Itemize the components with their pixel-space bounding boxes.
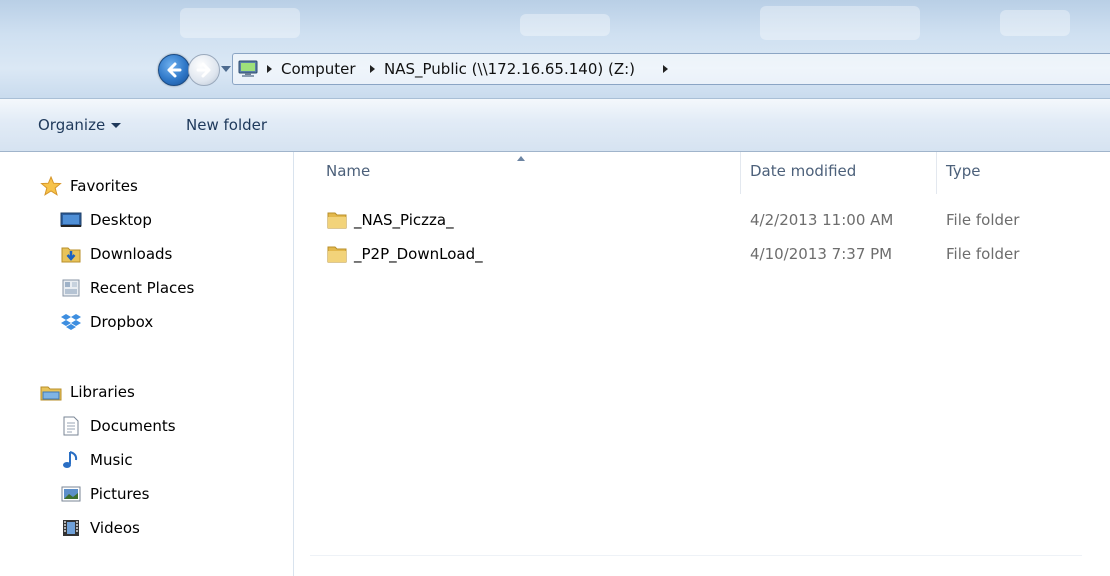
forward-button[interactable] <box>188 54 220 86</box>
folder-icon <box>327 246 347 263</box>
file-date-modified: 4/2/2013 11:00 AM <box>750 211 894 229</box>
breadcrumb-computer[interactable]: Computer <box>281 60 356 78</box>
downloads-folder-icon <box>61 247 81 263</box>
libraries-icon <box>40 386 62 401</box>
column-header-date-modified[interactable]: Date modified <box>750 162 856 190</box>
sort-ascending-icon <box>517 156 525 161</box>
breadcrumb-separator[interactable] <box>267 65 272 73</box>
videos-icon <box>63 520 79 536</box>
sidebar-item-label: Desktop <box>90 211 152 229</box>
breadcrumb-nas-public[interactable]: NAS_Public (\\172.16.65.140) (Z:) <box>384 60 635 78</box>
sidebar-item-label: Dropbox <box>90 313 154 331</box>
music-icon <box>63 451 78 468</box>
pictures-icon <box>61 486 81 502</box>
star-icon <box>40 176 62 196</box>
glass-reflection <box>180 8 300 38</box>
new-folder-button[interactable]: New folder <box>186 116 267 134</box>
breadcrumb-separator[interactable] <box>663 65 668 73</box>
glass-reflection <box>760 6 920 40</box>
sidebar-item-label: Documents <box>90 417 176 435</box>
chevron-down-icon <box>111 123 122 128</box>
file-type: File folder <box>946 245 1020 263</box>
computer-icon <box>238 60 258 77</box>
sidebar-item-label: Pictures <box>90 485 150 503</box>
breadcrumb-separator[interactable] <box>370 65 375 73</box>
file-name: _NAS_Piczza_ <box>354 211 454 229</box>
address-bar[interactable]: Computer NAS_Public (\\172.16.65.140) (Z… <box>232 53 1110 85</box>
column-header-type[interactable]: Type <box>946 162 980 190</box>
sidebar-item-label: Downloads <box>90 245 173 263</box>
recent-places-icon <box>62 279 80 297</box>
forward-arrow-icon <box>196 62 211 78</box>
table-row[interactable]: _P2P_DownLoad_ 4/10/2013 7:37 PM File fo… <box>318 240 1078 270</box>
column-divider[interactable] <box>936 152 937 194</box>
table-row[interactable]: _NAS_Piczza_ 4/2/2013 11:00 AM File fold… <box>318 206 1078 236</box>
glass-reflection <box>1000 10 1070 36</box>
sidebar-item-label: Music <box>90 451 133 469</box>
command-bar: Organize New folder <box>0 98 1110 152</box>
back-button[interactable] <box>158 54 190 86</box>
organize-label: Organize <box>38 116 106 134</box>
desktop-icon <box>60 212 82 227</box>
glass-reflection <box>520 14 610 36</box>
column-header-name[interactable]: Name <box>326 162 370 190</box>
folder-icon <box>327 212 347 229</box>
file-date-modified: 4/10/2013 7:37 PM <box>750 245 893 263</box>
list-divider <box>310 555 1082 556</box>
file-name: _P2P_DownLoad_ <box>354 245 483 263</box>
sidebar-item-label: Videos <box>90 519 140 537</box>
documents-icon <box>63 416 79 436</box>
column-divider[interactable] <box>740 152 741 194</box>
file-type: File folder <box>946 211 1020 229</box>
sidebar-item-label: Libraries <box>70 383 135 401</box>
dropbox-icon <box>61 314 81 330</box>
recent-pages-dropdown[interactable] <box>221 66 231 72</box>
back-arrow-icon <box>167 62 182 78</box>
sidebar-item-label: Recent Places <box>90 279 195 297</box>
organize-button[interactable]: Organize <box>38 116 122 134</box>
sidebar-item-label: Favorites <box>70 177 138 195</box>
